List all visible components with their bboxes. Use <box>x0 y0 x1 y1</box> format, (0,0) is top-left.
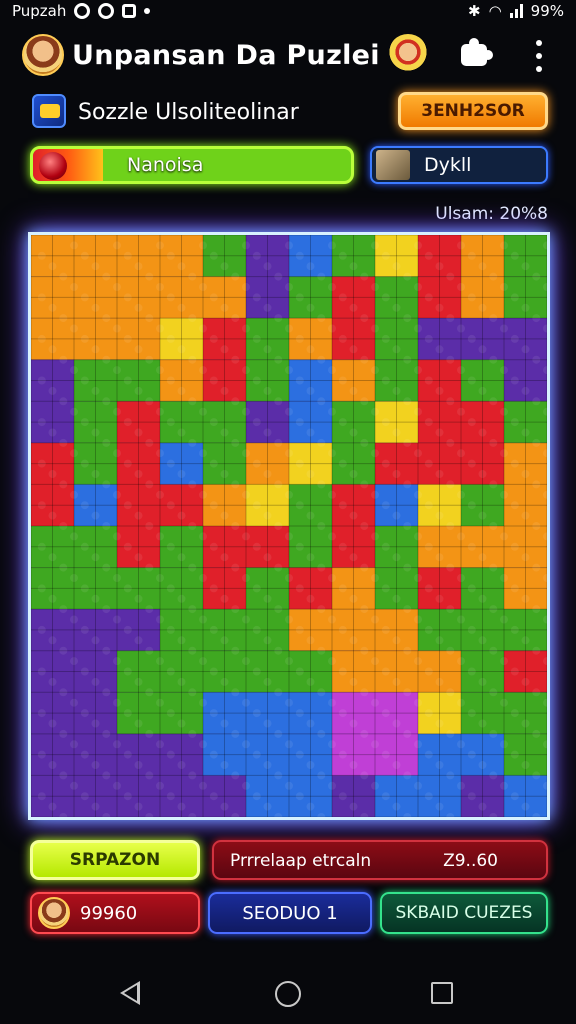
score-value: 99960 <box>80 902 138 924</box>
usage-text: Ulsam: 20%8 <box>435 204 548 224</box>
daily-button[interactable]: Dykll <box>370 146 548 184</box>
settings-icon <box>74 3 91 19</box>
second-button[interactable]: SEODUO 1 <box>208 892 372 934</box>
puzzle-board[interactable] <box>28 232 550 820</box>
puzzle-grid[interactable] <box>31 235 547 817</box>
subheader: Sozzle Ulsoliteolinar 3ENH2SOR <box>0 92 576 136</box>
back-icon[interactable] <box>120 981 140 1005</box>
app-icon <box>122 4 137 18</box>
progress-bar: Nanoisa <box>30 146 354 184</box>
player-avatar <box>38 897 70 929</box>
progress-label: Nanoisa <box>127 154 204 176</box>
notification-icon <box>98 3 115 19</box>
more-menu-icon[interactable] <box>532 40 546 72</box>
puzzle-piece-icon[interactable] <box>458 38 493 70</box>
profile-avatar[interactable] <box>388 34 428 74</box>
home-icon[interactable] <box>275 981 301 1007</box>
bluetooth-icon: ✱ <box>467 2 481 20</box>
progress-ball-icon <box>39 152 67 180</box>
status-app-name: Pupzah <box>12 2 67 20</box>
status-bar: Pupzah ✱ ◠ 99% <box>0 0 576 22</box>
wifi-icon: ◠ <box>488 2 502 20</box>
info-bar[interactable]: Prrrelaap etrcaln Z9..60 <box>212 840 548 880</box>
recent-apps-icon[interactable] <box>431 982 453 1004</box>
subtitle: Sozzle Ulsoliteolinar <box>78 100 299 125</box>
left-action-button[interactable]: SRPAZON <box>30 840 200 880</box>
signal-icon <box>509 4 523 18</box>
battery-text: 99% <box>530 2 564 20</box>
score-button[interactable]: 99960 <box>30 892 200 934</box>
daily-label: Dykll <box>424 154 472 176</box>
navigation-bar <box>0 964 576 1024</box>
app-header: Unpansan Da Puzlei <box>0 30 576 80</box>
info-value: Z9..60 <box>443 851 498 871</box>
action-button[interactable]: 3ENH2SOR <box>398 92 548 130</box>
dot-icon <box>144 8 151 14</box>
page-title: Unpansan Da Puzlei <box>72 39 380 71</box>
app-logo <box>22 34 64 76</box>
info-label: Prrrelaap etrcaln <box>230 851 372 871</box>
gallery-icon <box>32 94 66 128</box>
tools-icon <box>376 150 410 180</box>
third-button[interactable]: SKBAID CUEZES <box>380 892 548 934</box>
